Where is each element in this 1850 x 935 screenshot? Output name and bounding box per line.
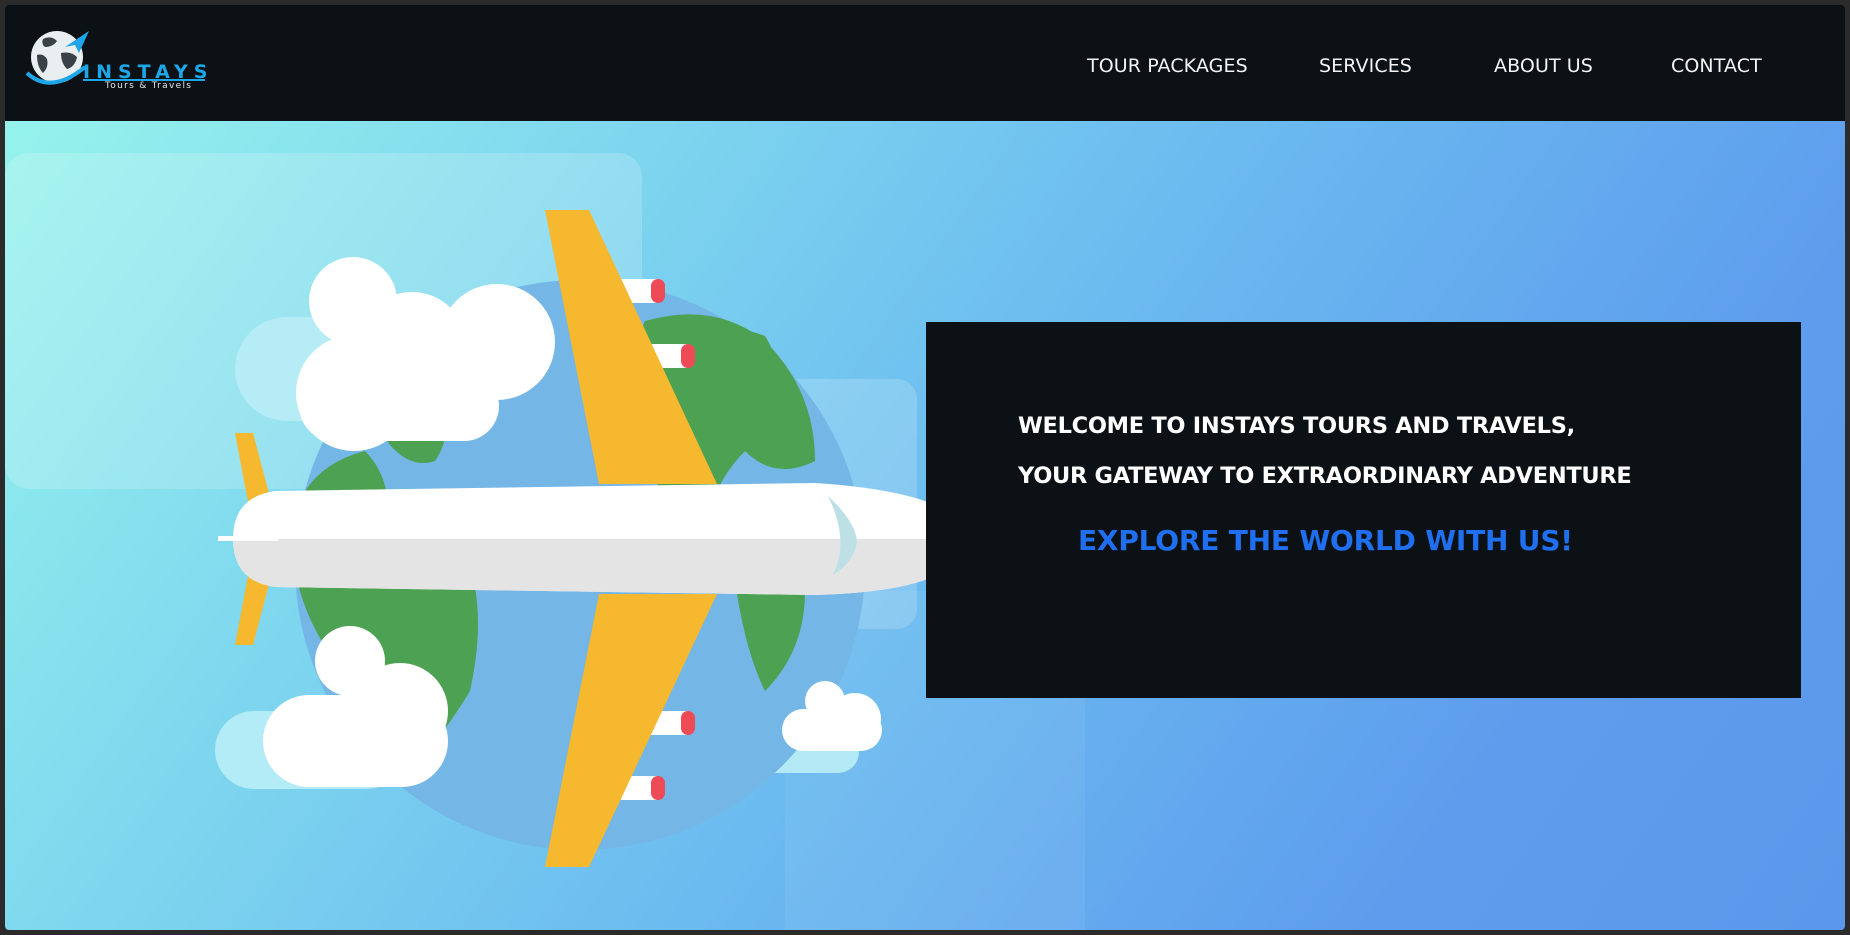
- nav-tour-packages[interactable]: TOUR PACKAGES: [1087, 55, 1248, 77]
- nav-about-us[interactable]: ABOUT US: [1494, 55, 1593, 77]
- travel-illustration: [215, 210, 965, 867]
- nav-contact[interactable]: CONTACT: [1671, 55, 1762, 77]
- explore-cta[interactable]: EXPLORE THE WORLD WITH US!: [1078, 524, 1573, 557]
- hero-section: WELCOME TO INSTAYS TOURS AND TRAVELS, YO…: [5, 121, 1845, 930]
- welcome-panel: WELCOME TO INSTAYS TOURS AND TRAVELS, YO…: [926, 322, 1801, 698]
- top-navbar: INSTAYS Tours & Travels TOUR PACKAGES SE…: [5, 5, 1845, 121]
- nav-services[interactable]: SERVICES: [1319, 55, 1412, 77]
- plane-fuselage: [218, 483, 965, 595]
- browser-viewport: INSTAYS Tours & Travels TOUR PACKAGES SE…: [5, 5, 1845, 930]
- welcome-heading-line2: YOUR GATEWAY TO EXTRAORDINARY ADVENTURE: [1018, 463, 1632, 489]
- brand-tagline: Tours & Travels: [105, 81, 193, 91]
- welcome-heading-line1: WELCOME TO INSTAYS TOURS AND TRAVELS,: [1018, 413, 1575, 439]
- globe-plane-icon: [25, 31, 89, 85]
- brand-logo[interactable]: INSTAYS Tours & Travels: [21, 23, 211, 95]
